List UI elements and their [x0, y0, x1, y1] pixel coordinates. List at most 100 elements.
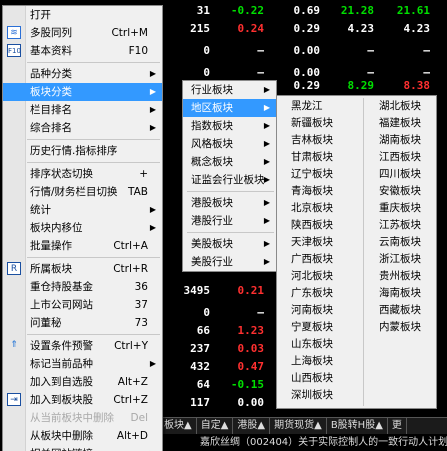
submenu-arrow-icon: ▶ — [263, 139, 270, 148]
menu-shortcut: Alt+D — [116, 430, 148, 442]
region-item[interactable]: 陕西板块 — [277, 217, 359, 234]
region-item[interactable]: 深圳板块 — [277, 387, 359, 404]
menu-item[interactable]: 行情/财务栏目切换 TAB — [3, 183, 162, 201]
quote-cell: 8.29 — [347, 79, 375, 92]
region-item[interactable]: 山东板块 — [277, 336, 359, 353]
submenu-item-label: 港股板块 — [191, 197, 233, 209]
submenu-item[interactable]: 地区板块 ▶ — [183, 99, 276, 117]
region-item[interactable]: 黑龙江 — [277, 98, 359, 115]
region-item[interactable]: 浙江板块 — [365, 251, 437, 268]
region-item[interactable]: 甘肃板块 — [277, 149, 359, 166]
submenu-item[interactable]: 行业板块 ▶ — [183, 81, 276, 99]
region-item[interactable]: 天津板块 — [277, 234, 359, 251]
region-item-label: 广东板块 — [291, 287, 333, 299]
bottom-tab[interactable]: 更 — [388, 418, 407, 434]
bottom-tab[interactable]: 期货现货▲ — [270, 418, 327, 434]
region-item[interactable]: 重庆板块 — [365, 200, 437, 217]
menu-item[interactable]: 加入到自选股 Alt+Z — [3, 373, 162, 391]
menu-item[interactable]: ⇑ 设置条件预警 Ctrl+Y — [3, 337, 162, 355]
menu-item[interactable]: R 所属板块 Ctrl+R — [3, 260, 162, 278]
menu-item[interactable]: 板块分类 ▶ — [3, 83, 162, 101]
region-item[interactable]: 辽宁板块 — [277, 166, 359, 183]
bottom-tab[interactable]: 港股▲ — [233, 418, 271, 434]
region-item[interactable]: 福建板块 — [365, 115, 437, 132]
quote-cell: 0.29 — [293, 79, 321, 92]
menu-item[interactable]: 上市公司网站 37 — [3, 296, 162, 314]
region-item[interactable]: 青海板块 — [277, 183, 359, 200]
menu-item[interactable]: ≋ 多股同列 Ctrl+M — [3, 24, 162, 42]
region-item[interactable]: 河南板块 — [277, 302, 359, 319]
context-menu: 打开 ≋ 多股同列 Ctrl+M F10 基本资料 F10 品种分类 ▶ 板块分类 ▶ 栏目排名 ▶ 综合… — [2, 5, 163, 451]
region-item-label: 云南板块 — [379, 236, 421, 248]
menu-item[interactable]: 打开 — [3, 6, 162, 24]
region-item[interactable]: 江西板块 — [365, 149, 437, 166]
region-item[interactable]: 湖南板块 — [365, 132, 437, 149]
submenu-arrow-icon: ▶ — [263, 216, 270, 225]
menu-item[interactable]: 从板块中删除 Alt+D — [3, 427, 162, 445]
bottom-tab[interactable]: B股转H股▲ — [327, 418, 388, 434]
region-item[interactable]: 新疆板块 — [277, 115, 359, 132]
menu-item[interactable]: ⇥ 加入到板块股 Ctrl+Z — [3, 391, 162, 409]
alert-icon: ⇑ — [10, 340, 18, 350]
menu-item[interactable]: F10 基本资料 F10 — [3, 42, 162, 60]
submenu-item[interactable]: 风格板块 ▶ — [183, 135, 276, 153]
submenu-item[interactable]: 指数板块 ▶ — [183, 117, 276, 135]
submenu-item[interactable]: 美股板块 ▶ — [183, 235, 276, 253]
submenu-item[interactable]: 概念板块 ▶ — [183, 153, 276, 171]
region-item[interactable]: 河北板块 — [277, 268, 359, 285]
menu-item[interactable]: 历史行情.指标排序 — [3, 142, 162, 160]
menu-item[interactable]: 综合排名 ▶ — [3, 119, 162, 137]
bottom-tab[interactable]: 板块▲ — [160, 418, 197, 434]
submenu-item[interactable]: 港股行业 ▶ — [183, 212, 276, 230]
region-item[interactable]: 江苏板块 — [365, 217, 437, 234]
region-item[interactable]: 贵州板块 — [365, 268, 437, 285]
menu-item[interactable]: 标记当前品种 ▶ — [3, 355, 162, 373]
submenu-arrow-icon: ▶ — [263, 239, 270, 248]
menu-item-label: 加入到板块股 — [30, 394, 93, 406]
submenu-arrow-icon: ▶ — [149, 205, 156, 214]
region-column-2: 湖北板块福建板块湖南板块 江西板块 四川板块 安徽板块 重庆板块 江苏板块云南板块浙江板块… — [365, 98, 437, 336]
region-item[interactable]: 内蒙板块 — [365, 319, 437, 336]
menu-shortcut: Alt+Z — [117, 376, 148, 388]
quote-cell: 0.24 — [237, 22, 265, 35]
region-item-label: 海南板块 — [379, 287, 421, 299]
menu-item[interactable]: 栏目排名 ▶ — [3, 101, 162, 119]
region-item[interactable]: 广西板块 — [277, 251, 359, 268]
region-item[interactable]: 宁夏板块 — [277, 319, 359, 336]
menu-shortcut: TAB — [128, 186, 148, 198]
menu-shortcut: + — [139, 168, 148, 180]
menu-item[interactable]: 相关网站链接 ▶ — [3, 445, 162, 451]
region-item[interactable]: 广东板块 — [277, 285, 359, 302]
quote-cell: – — [367, 44, 374, 57]
region-item-label: 福建板块 — [379, 117, 421, 129]
region-item[interactable]: 湖北板块 — [365, 98, 437, 115]
menu-item[interactable]: 问董秘 73 — [3, 314, 162, 332]
menu-item[interactable]: 统计 ▶ — [3, 201, 162, 219]
region-item[interactable]: 吉林板块 — [277, 132, 359, 149]
region-item[interactable]: 安徽板块 — [365, 183, 437, 200]
menu-item-label: 统计 — [30, 204, 51, 216]
region-item[interactable]: 海南板块 — [365, 285, 437, 302]
submenu-item-label: 概念板块 — [191, 156, 233, 168]
submenu-arrow-icon: ▶ — [263, 85, 270, 94]
submenu-arrow-icon: ▶ — [149, 87, 156, 96]
menu-item[interactable]: 品种分类 ▶ — [3, 65, 162, 83]
region-item[interactable]: 上海板块 — [277, 353, 359, 370]
menu-shortcut: Ctrl+R — [113, 263, 148, 275]
region-item[interactable]: 北京板块 — [277, 200, 359, 217]
region-item[interactable]: 西藏板块 — [365, 302, 437, 319]
submenu-item[interactable]: 港股板块 ▶ — [183, 194, 276, 212]
menu-item[interactable]: 批量操作 Ctrl+A — [3, 237, 162, 255]
region-item[interactable]: 山西板块 — [277, 370, 359, 387]
menu-item[interactable]: 重仓持股基金 36 — [3, 278, 162, 296]
region-item-label: 天津板块 — [291, 236, 333, 248]
menu-item-label: 排序状态切换 — [30, 168, 93, 180]
submenu-item[interactable]: 美股行业 ▶ — [183, 253, 276, 271]
bottom-tab[interactable]: 自定▲ — [197, 418, 234, 434]
region-item[interactable]: 四川板块 — [365, 166, 437, 183]
menu-item[interactable]: 板块内移位 ▶ — [3, 219, 162, 237]
r-icon: R — [7, 262, 21, 275]
submenu-item[interactable]: 证监会行业板块 ▶ — [183, 171, 276, 189]
region-item[interactable]: 云南板块 — [365, 234, 437, 251]
menu-item[interactable]: 排序状态切换 + — [3, 165, 162, 183]
